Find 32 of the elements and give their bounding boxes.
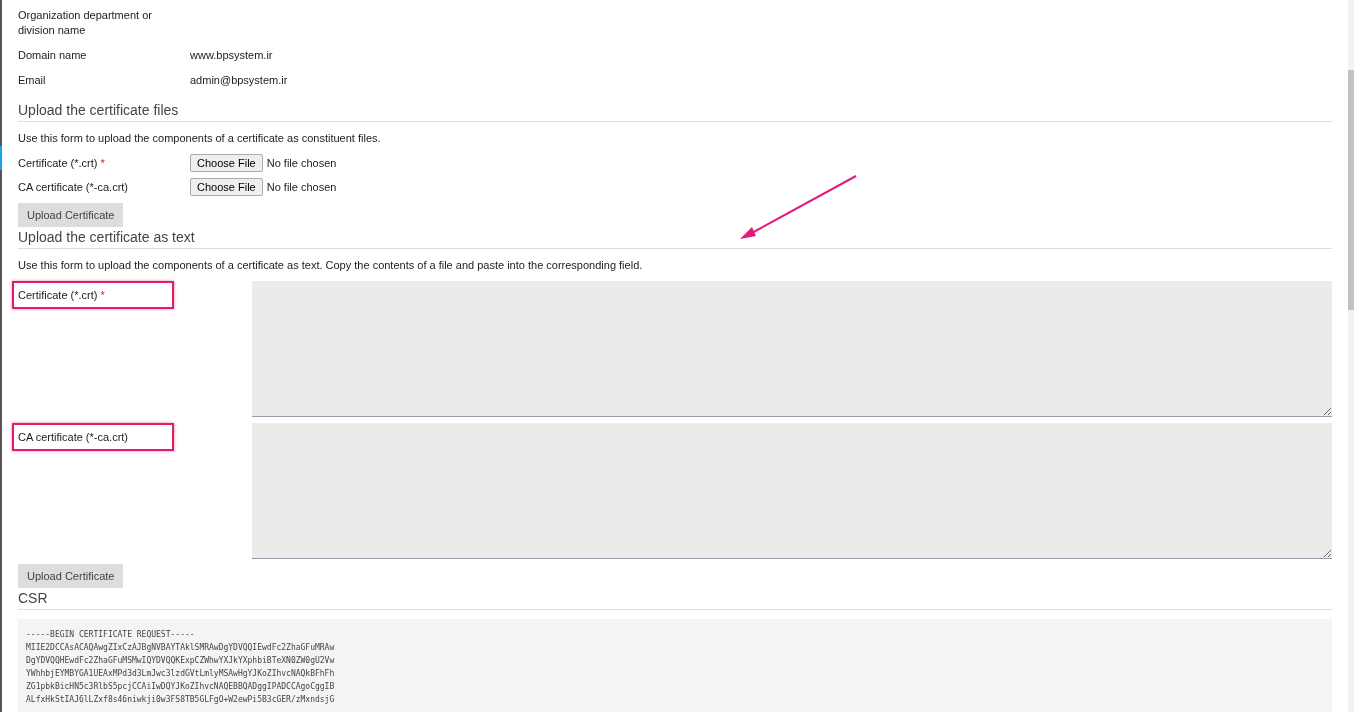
side-marker [0,146,2,170]
field-label: CA certificate (*-ca.crt) [18,181,129,193]
section-heading: Upload the certificate as text [18,229,1332,249]
field-value: admin@bpsystem.ir [190,73,288,88]
scrollbar-thumb[interactable] [1348,70,1354,310]
section-heading: Upload the certificate files [18,102,1332,122]
field-label: Email [18,74,46,86]
file-status: No file chosen [266,157,337,169]
field-label: Domain name [18,49,87,61]
csr-text-line: ALfxHkStIAJ6lLZxf8s46niwkji0w3FS8TB5GLFgO+W2ewPi5B3cGER/zMxndsjG [26,694,336,706]
csr-text-line: -----BEGIN CERTIFICATE REQUEST----- [26,629,196,641]
section-description: Use this form to upload the components of a certificate as text. Copy the contents of a file and paste into the corresponding field. [18,259,644,271]
upload-button[interactable]: Upload Certificate [18,564,124,588]
field-label: Certificate (*.crt) [18,289,98,301]
field-label: Certificate (*.crt) [18,157,98,169]
field-label: CA certificate (*-ca.crt) [18,431,129,443]
upload-button[interactable]: Upload Certificate [18,203,124,227]
csr-text-line: ZG1pbkBicHN5c3RlbS5pcjCCAiIwDQYJKoZIhvcNAQEBBQADggIPADCCAgoCggIB [26,681,336,693]
csr-text-line: MIIE2DCCAsACAQAwgZIxCzAJBgNVBAYTAklSMRAwDgYDVQQIEwdFc2ZhaGFuMRAw [26,642,336,654]
field-label: Organization department or division name [18,9,152,36]
section-heading: CSR [18,590,1332,610]
field-value: www.bpsystem.ir [190,48,273,63]
section-description: Use this form to upload the components of a certificate as constituent files. [18,132,382,144]
required-mark: * [100,157,105,169]
certificate-textarea[interactable] [252,281,1332,417]
required-mark: * [100,289,105,301]
csr-text-line: DgYDVQQHEwdFc2ZhaGFuMSMwIQYDVQQKExpCZWhwYXJkYXphbiBTeXN0ZW0gU2Vw [26,655,336,667]
choose-file-button[interactable]: Choose File [190,154,263,172]
certificate-textarea[interactable] [252,423,1332,559]
csr-text-line: YWhhbjEYMBYGA1UEAxMPd3d3LmJwc3lzdGVtLmlyMSAwHgYJKoZIhvcNAQkBFhFh [26,668,336,680]
file-status: No file chosen [266,181,337,193]
choose-file-button[interactable]: Choose File [190,178,263,196]
